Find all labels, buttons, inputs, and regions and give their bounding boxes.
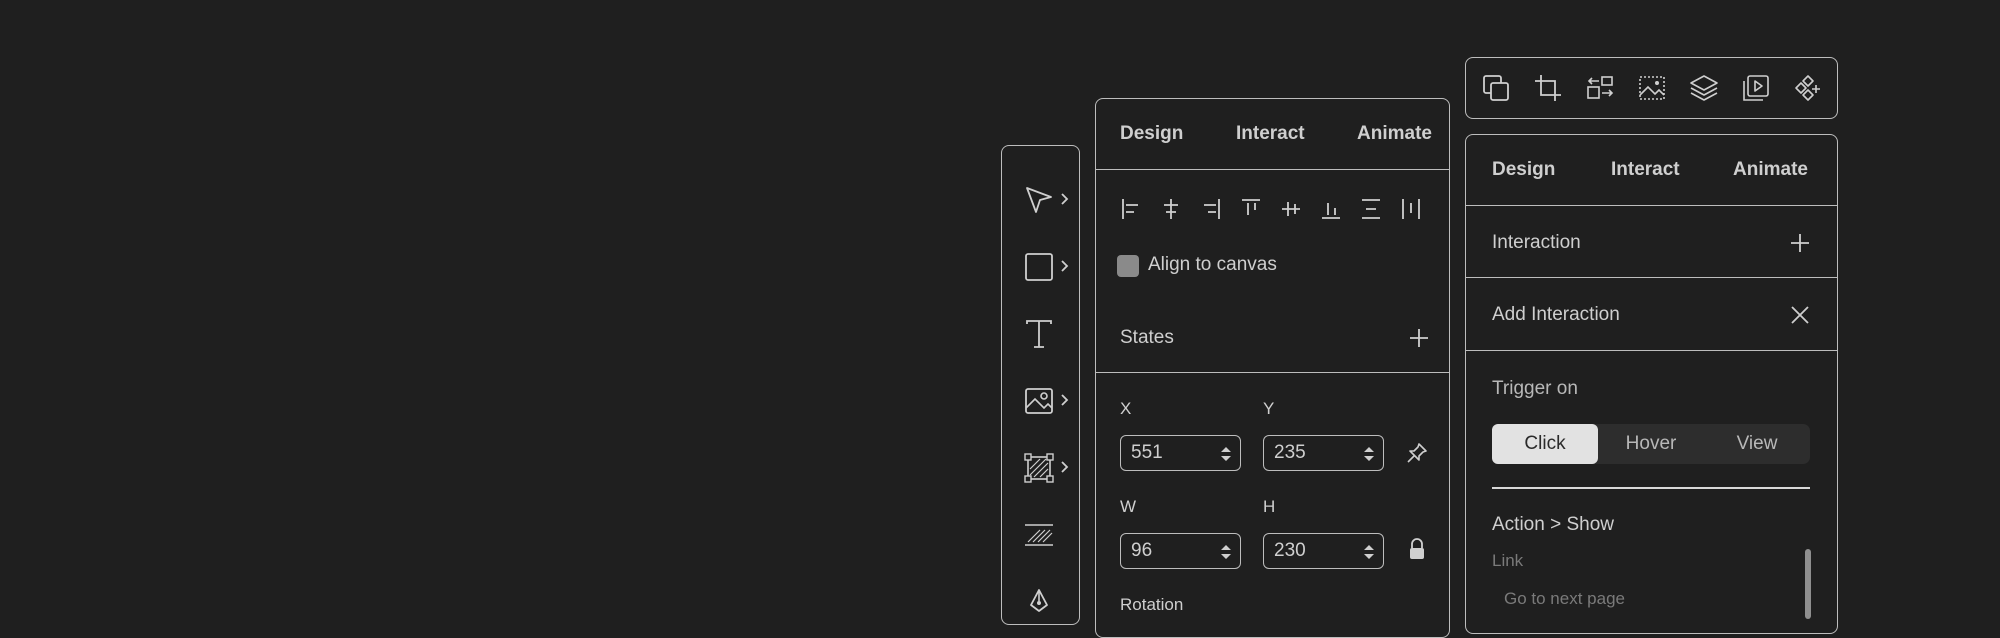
- tab-animate[interactable]: Animate: [1357, 123, 1432, 145]
- align-to-canvas-label: Align to canvas: [1148, 254, 1277, 275]
- stepper-icon[interactable]: [1363, 543, 1375, 561]
- interaction-panel-tabs: Design Interact Animate: [1466, 135, 1837, 206]
- layers-icon[interactable]: [1689, 73, 1719, 103]
- design-panel: Design Interact Animate Align to canvas …: [1095, 98, 1450, 638]
- tab-design[interactable]: Design: [1492, 159, 1555, 181]
- link-label: Link: [1492, 551, 1524, 570]
- hatch-icon: [1025, 524, 1053, 546]
- design-panel-tabs: Design Interact Animate: [1096, 99, 1449, 170]
- tab-interact[interactable]: Interact: [1611, 159, 1680, 181]
- play-preview-icon[interactable]: [1741, 73, 1771, 103]
- image-tool[interactable]: [1024, 381, 1070, 421]
- x-label: X: [1120, 399, 1132, 418]
- image-fill-icon[interactable]: [1637, 73, 1667, 103]
- w-value: 96: [1131, 540, 1153, 561]
- add-interaction-label: Add Interaction: [1492, 304, 1620, 325]
- y-value: 235: [1274, 442, 1306, 463]
- align-top-icon[interactable]: [1240, 197, 1262, 221]
- w-label: W: [1120, 497, 1137, 516]
- align-middle-vertical-icon[interactable]: [1280, 197, 1302, 221]
- h-input[interactable]: 230: [1263, 533, 1384, 569]
- swap-icon[interactable]: [1585, 73, 1615, 103]
- text-tool[interactable]: [1024, 314, 1070, 354]
- tab-interact[interactable]: Interact: [1236, 123, 1305, 145]
- y-input[interactable]: 235: [1263, 435, 1384, 471]
- trigger-segmented-control: Click Hover View: [1492, 424, 1810, 464]
- chevron-right-icon[interactable]: [1060, 192, 1070, 206]
- hatch-tool[interactable]: [1024, 515, 1070, 555]
- divider: [1492, 487, 1810, 489]
- align-right-icon[interactable]: [1200, 197, 1222, 221]
- trigger-click-option[interactable]: Click: [1492, 424, 1598, 464]
- align-left-icon[interactable]: [1120, 197, 1142, 221]
- rectangle-tool[interactable]: [1024, 247, 1070, 287]
- interaction-label: Interaction: [1492, 232, 1581, 253]
- components-icon[interactable]: [1793, 73, 1823, 103]
- frame-icon: [1024, 453, 1054, 483]
- stepper-icon[interactable]: [1220, 445, 1232, 463]
- action-label: Action > Show: [1492, 514, 1614, 535]
- rotation-label: Rotation: [1120, 595, 1184, 614]
- quick-actions-bar: [1465, 57, 1838, 119]
- h-label: H: [1263, 497, 1276, 516]
- interaction-panel: Design Interact Animate Interaction Add …: [1465, 134, 1838, 634]
- divider: [1466, 350, 1837, 351]
- divider: [1466, 277, 1837, 278]
- add-state-icon[interactable]: [1409, 328, 1429, 348]
- trigger-on-label: Trigger on: [1492, 378, 1578, 399]
- pointer-icon: [1026, 187, 1052, 213]
- pointer-tool[interactable]: [1024, 180, 1070, 220]
- w-input[interactable]: 96: [1120, 533, 1241, 569]
- tab-animate[interactable]: Animate: [1733, 159, 1808, 181]
- trigger-hover-option[interactable]: Hover: [1598, 424, 1704, 464]
- pen-icon: [1030, 589, 1048, 612]
- align-bottom-icon[interactable]: [1320, 197, 1342, 221]
- tool-sidebar: [1001, 145, 1080, 625]
- distribute-vertical-icon[interactable]: [1360, 197, 1382, 221]
- duplicate-icon[interactable]: [1481, 73, 1511, 103]
- trigger-view-option[interactable]: View: [1704, 424, 1810, 464]
- tab-design[interactable]: Design: [1120, 123, 1183, 145]
- scrollbar[interactable]: [1805, 549, 1811, 619]
- chevron-right-icon[interactable]: [1060, 460, 1070, 474]
- y-label: Y: [1263, 399, 1275, 418]
- pin-icon[interactable]: [1406, 442, 1428, 464]
- link-input[interactable]: Go to next page: [1504, 589, 1625, 609]
- x-value: 551: [1131, 442, 1163, 463]
- alignment-toolbar: [1120, 197, 1431, 227]
- image-icon: [1025, 388, 1053, 414]
- pen-tool[interactable]: [1024, 582, 1070, 622]
- states-label: States: [1120, 327, 1174, 348]
- divider: [1096, 372, 1449, 373]
- add-interaction-icon[interactable]: [1790, 233, 1810, 253]
- crop-icon[interactable]: [1533, 73, 1563, 103]
- close-icon[interactable]: [1791, 306, 1809, 324]
- lock-icon[interactable]: [1408, 538, 1426, 560]
- x-input[interactable]: 551: [1120, 435, 1241, 471]
- stepper-icon[interactable]: [1363, 445, 1375, 463]
- distribute-horizontal-icon[interactable]: [1400, 197, 1422, 221]
- align-center-horizontal-icon[interactable]: [1160, 197, 1182, 221]
- chevron-right-icon[interactable]: [1060, 393, 1070, 407]
- chevron-right-icon[interactable]: [1060, 259, 1070, 273]
- rectangle-icon: [1025, 253, 1053, 281]
- align-to-canvas-checkbox[interactable]: [1117, 255, 1139, 277]
- stepper-icon[interactable]: [1220, 543, 1232, 561]
- text-icon: [1026, 320, 1052, 348]
- frame-tool[interactable]: [1024, 448, 1070, 488]
- h-value: 230: [1274, 540, 1306, 561]
